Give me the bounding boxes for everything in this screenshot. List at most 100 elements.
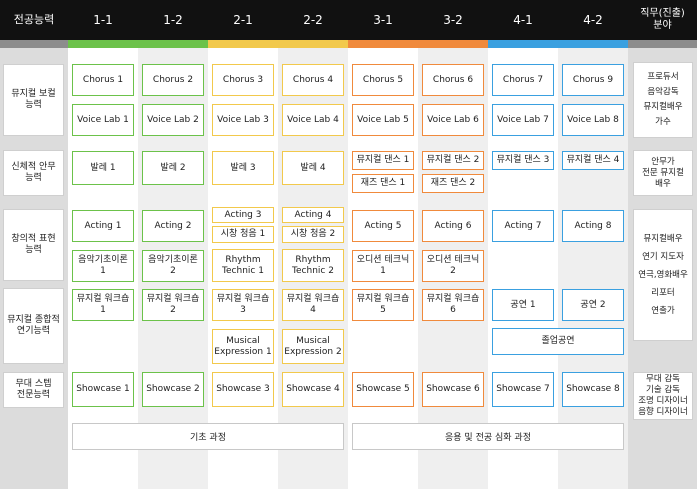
- job-item: 기술 감독: [646, 385, 680, 395]
- course-showcase-5: Showcase 5: [352, 372, 414, 407]
- course-audition-technic-2: 오디션 테크닉 2: [422, 250, 484, 282]
- course-performance-2: 공연 2: [562, 289, 624, 321]
- jobs-vocal: 프로듀서 음악감독 뮤지컬배우 가수: [633, 62, 693, 138]
- course-music-theory-1: 음악기초이론 1: [72, 250, 134, 282]
- job-item: 연극,영화배우: [638, 270, 688, 280]
- course-chorus-4: Chorus 4: [282, 64, 344, 96]
- course-musical-dance-4: 뮤지컬 댄스 4: [562, 151, 624, 170]
- header-job-field: 직무(진출) 분야: [628, 0, 697, 40]
- course-acting-6: Acting 6: [422, 210, 484, 242]
- course-chorus-6: Chorus 6: [422, 64, 484, 96]
- course-workshop-3: 뮤지컬 워크숍 3: [212, 289, 274, 321]
- job-item: 음향 디자이너: [638, 407, 688, 417]
- course-ballet-1: 발레 1: [72, 151, 134, 185]
- job-item: 뮤지컬배우: [643, 234, 683, 244]
- course-rhythm-technic-1: Rhythm Technic 1: [212, 249, 274, 282]
- stripe-year-3: [348, 40, 488, 48]
- course-performance-1: 공연 1: [492, 289, 554, 321]
- course-acting-1: Acting 1: [72, 210, 134, 242]
- jobs-acting: 뮤지컬배우 연기 지도자 연극,영화배우 리포터 연출가: [633, 209, 693, 341]
- course-voice-lab-4: Voice Lab 4: [282, 104, 344, 136]
- course-sight-singing-2: 시창 청음 2: [282, 226, 344, 243]
- job-item: 전문 뮤지컬: [642, 167, 684, 178]
- course-jazz-dance-2: 재즈 댄스 2: [422, 174, 484, 193]
- course-voice-lab-7: Voice Lab 7: [492, 104, 554, 136]
- course-workshop-5: 뮤지컬 워크숍 5: [352, 289, 414, 321]
- course-chorus-7: Chorus 7: [492, 64, 554, 96]
- course-musical-dance-3: 뮤지컬 댄스 3: [492, 151, 554, 170]
- course-voice-lab-5: Voice Lab 5: [352, 104, 414, 136]
- job-item: 무대 감독: [646, 374, 680, 384]
- job-item: 프로듀서: [647, 72, 679, 82]
- course-acting-8: Acting 8: [562, 210, 624, 242]
- course-showcase-3: Showcase 3: [212, 372, 274, 407]
- course-workshop-6: 뮤지컬 워크숍 6: [422, 289, 484, 321]
- row-label-vocal: 뮤지컬 보컬 능력: [3, 64, 64, 136]
- jobs-dance: 안무가 전문 뮤지컬 배우: [633, 150, 693, 196]
- course-acting-3: Acting 3: [212, 207, 274, 223]
- header-semester-3-2: 3-2: [443, 13, 463, 27]
- job-item: 리포터: [651, 288, 675, 298]
- course-chorus-2: Chorus 2: [142, 64, 204, 96]
- course-ballet-4: 발레 4: [282, 151, 344, 185]
- header-semester-1-2: 1-2: [163, 13, 183, 27]
- header-semester-3-1: 3-1: [373, 13, 393, 27]
- course-showcase-8: Showcase 8: [562, 372, 624, 407]
- course-voice-lab-8: Voice Lab 8: [562, 104, 624, 136]
- job-item: 배우: [655, 178, 671, 189]
- course-ballet-2: 발레 2: [142, 151, 204, 185]
- stripe-side-right: [628, 40, 697, 48]
- course-musical-dance-2: 뮤지컬 댄스 2: [422, 151, 484, 170]
- header-semester-4-2: 4-2: [583, 13, 603, 27]
- stripe-year-1: [68, 40, 208, 48]
- job-item: 조명 디자이너: [638, 396, 688, 406]
- course-acting-2: Acting 2: [142, 210, 204, 242]
- job-item: 음악감독: [647, 87, 679, 97]
- course-voice-lab-2: Voice Lab 2: [142, 104, 204, 136]
- job-item: 가수: [655, 117, 671, 127]
- course-musical-dance-1: 뮤지컬 댄스 1: [352, 151, 414, 170]
- course-showcase-1: Showcase 1: [72, 372, 134, 407]
- course-workshop-1: 뮤지컬 워크숍 1: [72, 289, 134, 321]
- advanced-course-bar: 응용 및 전공 심화 과정: [352, 423, 624, 450]
- job-item: 연기 지도자: [642, 252, 684, 262]
- course-musical-expression-1: Musical Expression 1: [212, 329, 274, 364]
- course-workshop-2: 뮤지컬 워크숍 2: [142, 289, 204, 321]
- row-label-acting: 창의적 표현 능력: [3, 209, 64, 281]
- course-chorus-5: Chorus 5: [352, 64, 414, 96]
- course-music-theory-2: 음악기초이론 2: [142, 250, 204, 282]
- course-chorus-1: Chorus 1: [72, 64, 134, 96]
- header-bar: 전공능력 1-1 1-2 2-1 2-2 3-1 3-2 4-1 4-2 직무(…: [0, 0, 697, 40]
- job-item: 연출가: [651, 306, 675, 316]
- row-label-stage: 무대 스텝 전문능력: [3, 372, 64, 408]
- course-sight-singing-1: 시창 청음 1: [212, 226, 274, 243]
- course-showcase-4: Showcase 4: [282, 372, 344, 407]
- course-showcase-7: Showcase 7: [492, 372, 554, 407]
- stripe-year-2: [208, 40, 348, 48]
- header-semester-2-2: 2-2: [303, 13, 323, 27]
- course-graduation-performance: 졸업공연: [492, 328, 624, 355]
- course-jazz-dance-1: 재즈 댄스 1: [352, 174, 414, 193]
- course-audition-technic-1: 오디션 테크닉 1: [352, 250, 414, 282]
- header-job-line1: 직무(진출): [640, 8, 685, 19]
- course-musical-expression-2: Musical Expression 2: [282, 329, 344, 364]
- course-rhythm-technic-2: Rhythm Technic 2: [282, 249, 344, 282]
- course-showcase-6: Showcase 6: [422, 372, 484, 407]
- course-voice-lab-3: Voice Lab 3: [212, 104, 274, 136]
- jobs-stage: 무대 감독 기술 감독 조명 디자이너 음향 디자이너: [633, 372, 693, 420]
- header-competency: 전공능력: [13, 13, 55, 26]
- header-semester-4-1: 4-1: [513, 13, 533, 27]
- course-voice-lab-1: Voice Lab 1: [72, 104, 134, 136]
- header-semester-1-1: 1-1: [93, 13, 113, 27]
- course-workshop-4: 뮤지컬 워크숍 4: [282, 289, 344, 321]
- job-item: 안무가: [651, 156, 675, 167]
- basic-course-bar: 기초 과정: [72, 423, 344, 450]
- stripe-year-4: [488, 40, 628, 48]
- row-label-dance: 신체적 안무 능력: [3, 150, 64, 196]
- course-acting-7: Acting 7: [492, 210, 554, 242]
- course-showcase-2: Showcase 2: [142, 372, 204, 407]
- course-chorus-3: Chorus 3: [212, 64, 274, 96]
- course-acting-5: Acting 5: [352, 210, 414, 242]
- row-label-integrated: 뮤지컬 종합적 연기능력: [3, 288, 64, 364]
- course-acting-4: Acting 4: [282, 207, 344, 223]
